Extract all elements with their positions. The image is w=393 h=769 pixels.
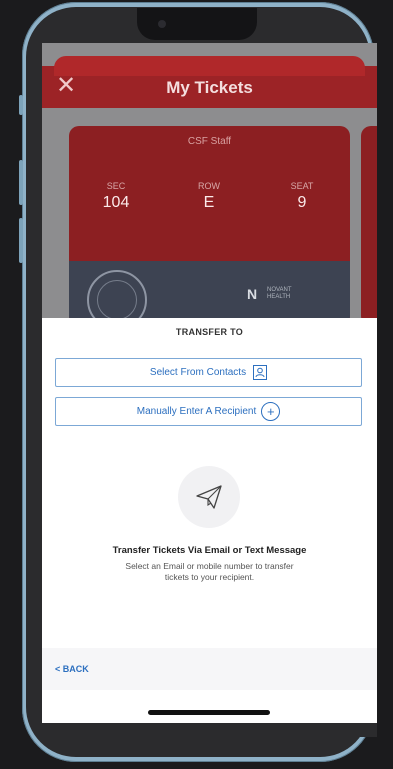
select-contacts-label: Select From Contacts (149, 367, 247, 378)
next-ticket-card[interactable] (361, 126, 377, 326)
section-label: SEC (106, 181, 126, 191)
phone-screen: ✕ My Tickets CSF Staff SEC 104 ROW E SEA… (42, 43, 377, 723)
camera-icon (158, 20, 166, 28)
side-button (19, 95, 23, 115)
back-button[interactable]: < BACK (55, 664, 89, 674)
header-tab-shadow (54, 56, 365, 76)
bottom-bezel (42, 723, 377, 737)
row-value: E (203, 194, 215, 211)
volume-up-button (19, 160, 23, 205)
info-body: Select an Email or mobile number to tran… (125, 561, 294, 582)
ticket-card[interactable]: CSF Staff SEC 104 ROW E SEAT 9 N NOVANT … (69, 126, 350, 326)
paper-plane-icon (178, 466, 240, 528)
section-block: SEC 104 (81, 181, 151, 212)
manually-enter-recipient-button[interactable]: Manually Enter A Recipient + (55, 397, 362, 426)
seat-block: SEAT 9 (267, 181, 337, 212)
footer-bar: < BACK (42, 648, 377, 690)
sponsor-logo: N (247, 286, 258, 302)
header-bar: ✕ My Tickets (42, 56, 377, 108)
plus-circle-icon: + (261, 402, 281, 421)
phone-notch (137, 8, 257, 40)
row-block: ROW E (174, 181, 244, 212)
select-from-contacts-button[interactable]: Select From Contacts (55, 358, 362, 387)
row-label: ROW (198, 181, 220, 191)
volume-down-button (19, 218, 23, 263)
page-title: My Tickets (166, 78, 253, 97)
info-title: Transfer Tickets Via Email or Text Messa… (112, 545, 307, 556)
contact-icon (253, 365, 268, 380)
ticket-holder: CSF Staff (187, 136, 232, 147)
home-indicator[interactable] (148, 710, 270, 715)
seat-label: SEAT (290, 181, 314, 191)
sheet-title: TRANSFER TO (175, 327, 244, 337)
ticket-branding: N NOVANT HEALTH (69, 261, 350, 326)
sponsor-text: NOVANT HEALTH (267, 287, 292, 300)
manual-entry-label: Manually Enter A Recipient (136, 406, 257, 417)
section-value: 104 (102, 194, 130, 211)
seat-value: 9 (297, 194, 307, 211)
